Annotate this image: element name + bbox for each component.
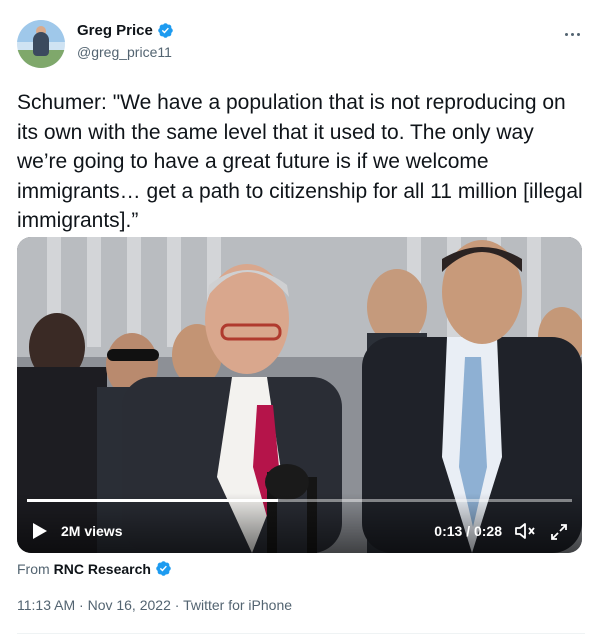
- tweet-text: Schumer: "We have a population that is n…: [17, 91, 583, 232]
- video-progress-bar[interactable]: [27, 499, 572, 502]
- tweet-client-app[interactable]: Twitter for iPhone: [183, 597, 292, 613]
- verified-badge-icon: [156, 561, 171, 576]
- video-views: 2M views: [61, 523, 123, 539]
- avatar[interactable]: [17, 20, 65, 68]
- source-name-link[interactable]: RNC Research: [54, 561, 151, 577]
- play-icon[interactable]: [32, 522, 48, 540]
- meta-separator: ·: [170, 597, 184, 613]
- author-handle[interactable]: @greg_price11: [77, 44, 172, 60]
- video-progress-fill: [27, 499, 278, 502]
- video-time: 0:13 / 0:28: [434, 523, 502, 539]
- video-player[interactable]: 2M views 0:13 / 0:28: [17, 237, 582, 553]
- fullscreen-icon[interactable]: [550, 523, 568, 541]
- more-options-button[interactable]: [560, 24, 584, 44]
- tweet-meta: 11:13 AM · Nov 16, 2022 · Twitter for iP…: [17, 597, 292, 613]
- mute-icon[interactable]: [514, 522, 536, 540]
- tweet-date[interactable]: Nov 16, 2022: [88, 597, 171, 613]
- author-display-name[interactable]: Greg Price: [77, 22, 153, 39]
- more-dots-icon: [564, 32, 568, 36]
- source-prefix: From: [17, 560, 50, 577]
- divider: [17, 633, 585, 634]
- source-attribution: From RNC Research: [17, 560, 172, 577]
- verified-badge-icon: [158, 23, 173, 38]
- tweet-time[interactable]: 11:13 AM: [17, 597, 75, 613]
- tweet: Greg Price @greg_price11 Schumer: "We ha…: [0, 0, 602, 644]
- author-name-row: Greg Price: [77, 22, 174, 39]
- meta-separator: ·: [75, 597, 88, 613]
